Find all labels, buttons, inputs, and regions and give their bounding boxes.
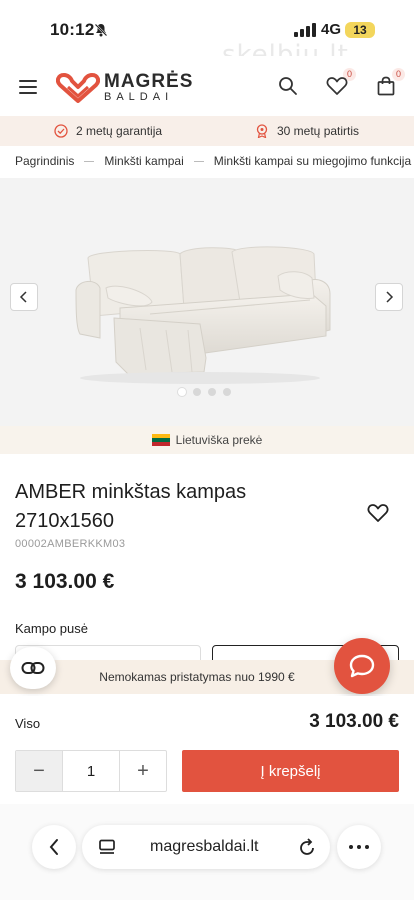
more-dots-icon xyxy=(349,845,369,849)
battery-indicator: 13 xyxy=(345,22,375,38)
bell-muted-icon xyxy=(94,23,108,37)
corner-side-label: Kampo pusė xyxy=(15,621,88,636)
quantity-decrease-button[interactable]: − xyxy=(16,751,62,791)
quantity-increase-button[interactable]: + xyxy=(120,751,166,791)
check-badge-icon xyxy=(54,124,68,138)
logo[interactable]: MAGRĖS BALDAI xyxy=(56,72,193,103)
product-gallery[interactable] xyxy=(0,178,414,426)
wishlist-heart-icon[interactable] xyxy=(326,76,348,96)
origin-strip: Lietuviška prekė xyxy=(0,426,414,454)
search-icon[interactable] xyxy=(278,76,298,96)
address-bar[interactable]: magresbaldai.lt xyxy=(82,825,330,869)
chevron-right-icon xyxy=(386,291,394,303)
total-value: 3 103.00 € xyxy=(309,711,399,732)
breadcrumb-separator xyxy=(193,161,204,163)
breadcrumb-category[interactable]: Minkšti kampai xyxy=(104,154,183,168)
delivery-banner-text: Nemokamas pristatymas nuo 1990 € xyxy=(99,670,295,684)
signal-icon xyxy=(294,23,316,37)
breadcrumb-separator xyxy=(84,161,95,163)
purchase-bar: Viso 3 103.00 € − 1 + Į krepšelį xyxy=(0,696,414,804)
chevron-left-icon xyxy=(19,291,27,303)
network-type: 4G xyxy=(321,21,342,38)
site-header: MAGRĖS BALDAI 0 0 xyxy=(0,56,414,116)
browser-back-button[interactable] xyxy=(32,825,76,869)
benefit-experience: 30 metų patirtis xyxy=(255,124,359,138)
chat-bubble-icon xyxy=(349,654,375,678)
breadcrumb: Pagrindinis Minkšti kampai Minkšti kampai … xyxy=(15,154,411,168)
quantity-stepper: − 1 + xyxy=(15,750,167,792)
reload-icon[interactable] xyxy=(298,837,316,857)
link-icon xyxy=(21,662,45,674)
benefit-warranty-label: 2 metų garantija xyxy=(76,124,163,138)
gallery-dot[interactable] xyxy=(193,388,201,396)
gallery-dots xyxy=(178,388,238,396)
logo-heart-icon xyxy=(56,72,100,103)
link-button[interactable] xyxy=(10,647,56,689)
benefits-strip: 2 metų garantija 30 metų patirtis xyxy=(0,116,414,146)
logo-name: MAGRĖS xyxy=(104,71,194,92)
product-sku: 00002AMBERKKM03 xyxy=(15,538,126,550)
status-time: 10:12 xyxy=(50,20,95,39)
gallery-next-button[interactable] xyxy=(375,283,403,311)
add-to-cart-button[interactable]: Į krepšelį xyxy=(182,750,399,792)
shopping-bag-icon[interactable] xyxy=(376,76,396,96)
breadcrumb-subcategory[interactable]: Minkšti kampai su miegojimo funkcija xyxy=(214,154,411,168)
browser-more-button[interactable] xyxy=(337,825,381,869)
status-bar: 10:12 4G 13 skelbiu.lt xyxy=(0,0,414,70)
tabs-icon[interactable] xyxy=(98,839,116,855)
lithuania-flag-icon xyxy=(151,434,170,446)
hamburger-menu-icon[interactable] xyxy=(19,80,37,94)
benefit-experience-label: 30 metų patirtis xyxy=(277,124,360,138)
quantity-input[interactable]: 1 xyxy=(62,751,120,791)
product-title: AMBER minkštas kampas 2710x1560 xyxy=(15,481,247,532)
benefit-warranty: 2 metų garantija xyxy=(54,124,162,138)
browser-toolbar: magresbaldai.lt xyxy=(0,804,414,900)
gallery-dot[interactable] xyxy=(223,388,231,396)
total-label: Viso xyxy=(15,716,41,731)
chevron-left-icon xyxy=(49,839,58,855)
breadcrumb-home[interactable]: Pagrindinis xyxy=(15,154,74,168)
chat-button[interactable] xyxy=(334,638,390,694)
gallery-dot[interactable] xyxy=(208,388,216,396)
product-price: 3 103.00 € xyxy=(15,570,115,593)
gallery-dot[interactable] xyxy=(178,388,186,396)
logo-subtitle: BALDAI xyxy=(104,91,174,103)
origin-label: Lietuviška prekė xyxy=(175,433,263,447)
award-icon xyxy=(256,124,268,138)
add-to-wishlist-heart-icon[interactable] xyxy=(367,503,389,523)
url-text[interactable]: magresbaldai.lt xyxy=(150,838,259,856)
gallery-prev-button[interactable] xyxy=(10,283,38,311)
